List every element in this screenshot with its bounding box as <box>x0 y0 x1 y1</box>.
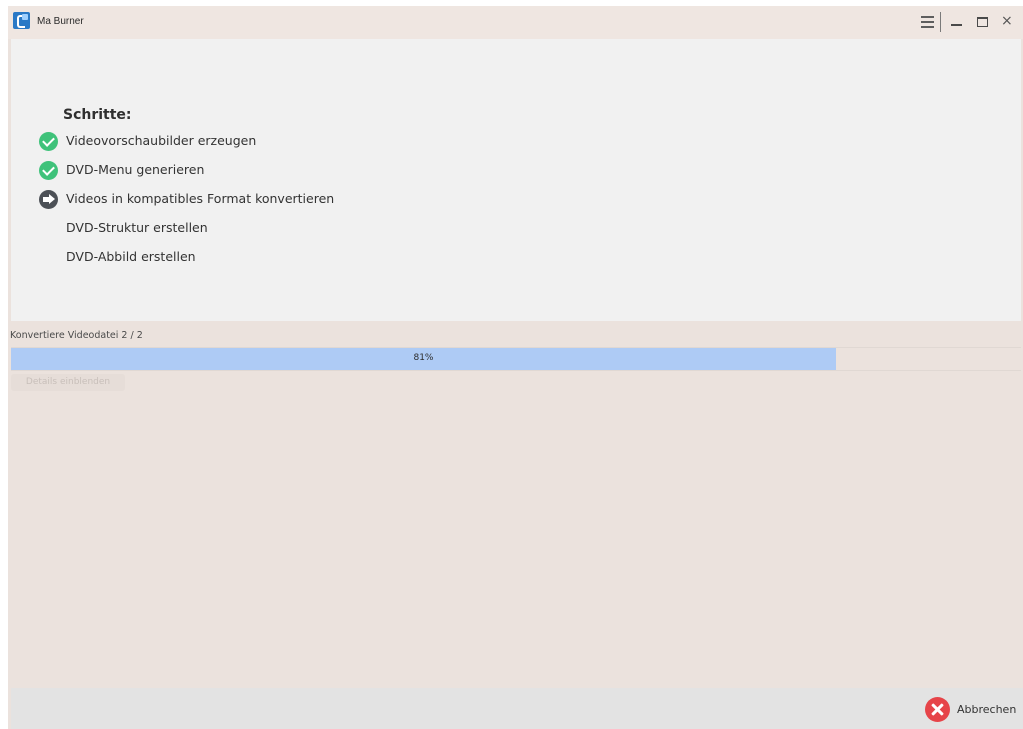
step-label: DVD-Menu generieren <box>66 162 205 177</box>
maximize-icon <box>977 17 988 27</box>
hamburger-menu-icon[interactable] <box>917 10 939 34</box>
cancel-circle-icon <box>925 697 950 722</box>
minimize-icon <box>951 24 962 26</box>
cancel-button-label: Abbrechen <box>957 703 1017 716</box>
step-item: Videos in kompatibles Format konvertiere… <box>39 189 639 211</box>
step-label: Videos in kompatibles Format konvertiere… <box>66 191 335 206</box>
app-logo-icon <box>13 12 30 29</box>
progress-bar: 81% <box>11 347 1021 371</box>
progress-percent: 81% <box>413 353 434 363</box>
close-icon: × <box>1001 13 1013 29</box>
window-title: Ma Burner <box>37 16 84 27</box>
step-item: DVD-Struktur erstellen <box>39 218 639 240</box>
step-label: DVD-Abbild erstellen <box>66 249 196 264</box>
arrow-circle-icon <box>39 190 58 209</box>
progress-status-text: Konvertiere Videodatei 2 / 2 <box>10 330 143 341</box>
check-circle-icon <box>39 132 58 151</box>
app-window: Ma Burner × Schritte: Videovorschaubilde… <box>8 6 1023 729</box>
show-details-button[interactable]: Details einblenden <box>11 374 125 391</box>
title-bar[interactable]: Ma Burner × <box>8 6 1023 39</box>
maximize-button[interactable] <box>972 10 994 34</box>
step-item: DVD-Abbild erstellen <box>39 247 639 269</box>
step-label: DVD-Struktur erstellen <box>66 220 208 235</box>
step-label: Videovorschaubilder erzeugen <box>66 133 257 148</box>
minimize-button[interactable] <box>947 10 969 34</box>
steps-heading: Schritte: <box>63 107 132 123</box>
close-button[interactable]: × <box>997 10 1019 34</box>
steps-panel: Schritte: Videovorschaubilder erzeugen D… <box>11 39 1021 321</box>
step-item: Videovorschaubilder erzeugen <box>39 131 639 153</box>
check-circle-icon <box>39 161 58 180</box>
titlebar-separator <box>940 12 941 32</box>
cancel-button[interactable]: Abbrechen <box>925 697 1023 723</box>
footer-bar: Abbrechen <box>11 688 1023 729</box>
step-item: DVD-Menu generieren <box>39 160 639 182</box>
